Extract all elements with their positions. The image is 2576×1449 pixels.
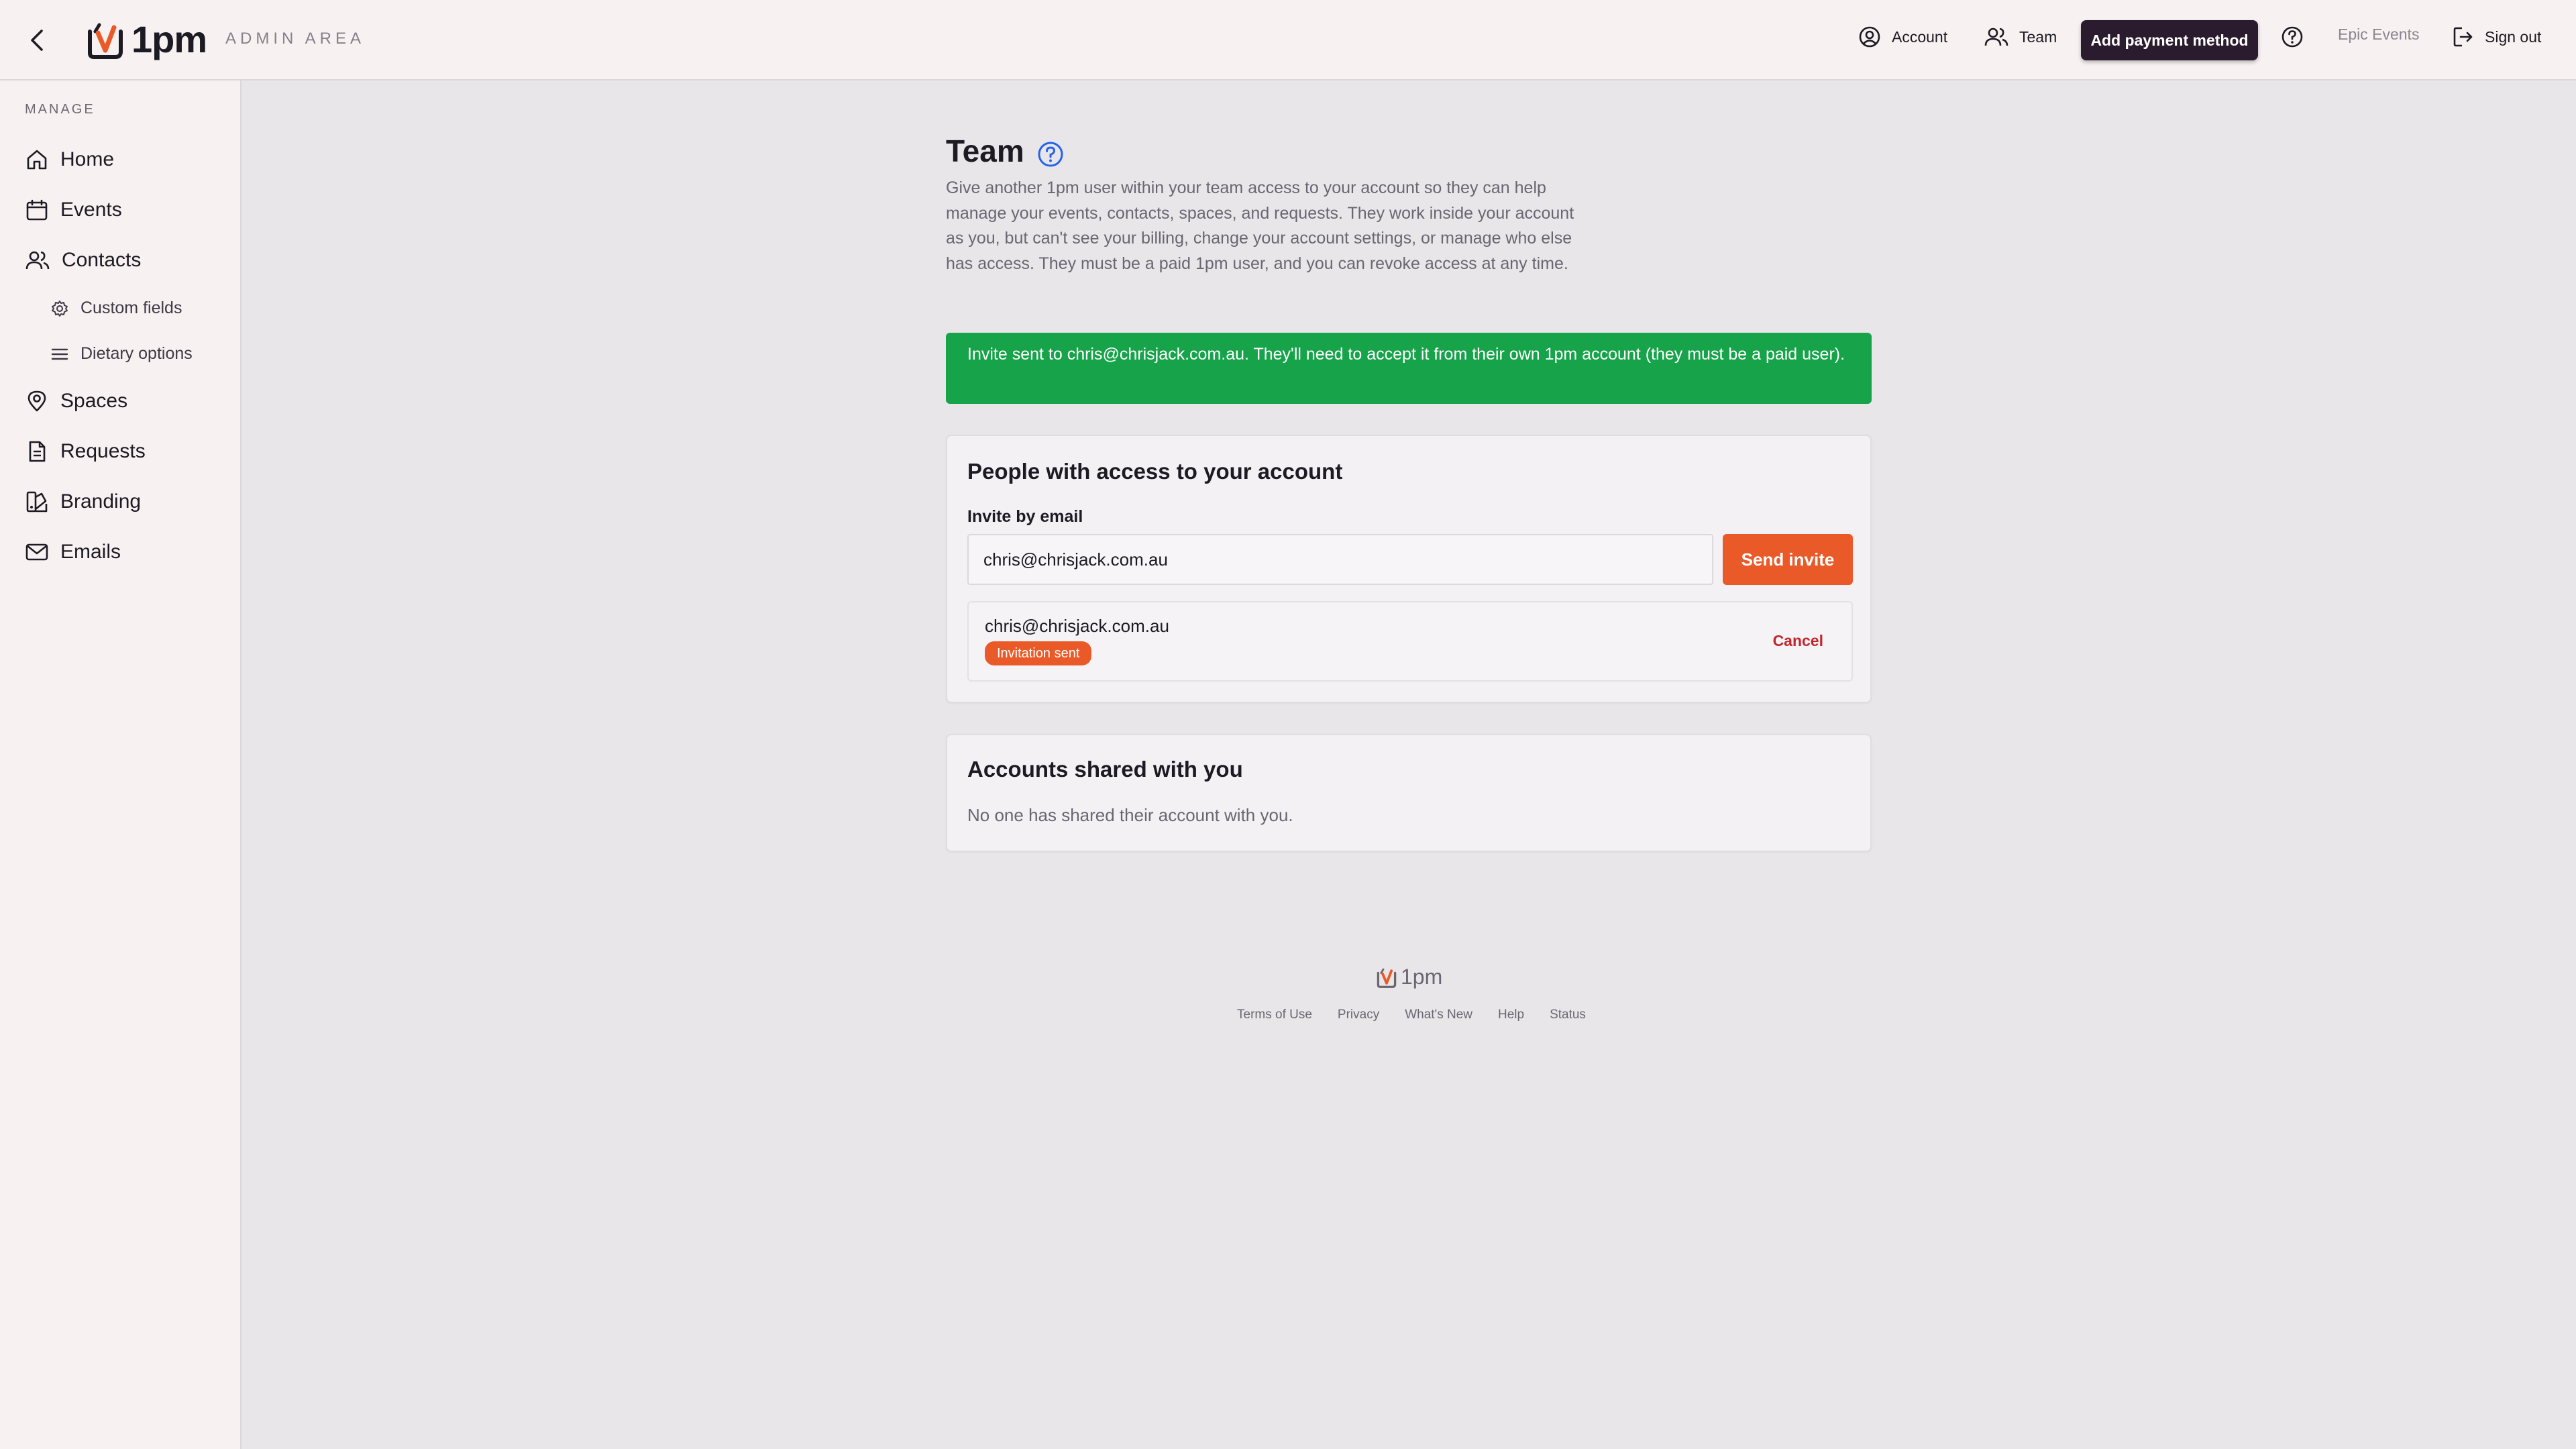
add-payment-method-button[interactable]: Add payment method [2081,20,2258,60]
logo-text: 1pm [131,18,207,60]
sidebar-item-label: Events [60,199,122,221]
logo-mark-icon [88,23,123,59]
help-icon [1038,142,1063,167]
nav-account-label: Account [1892,28,1948,46]
sidebar-item-contacts[interactable]: Contacts [25,249,141,272]
sidebar-section-label: MANAGE [25,102,95,117]
footer-links: Terms of Use Privacy What's New Help Sta… [1237,1008,1611,1022]
nav-account[interactable]: Account [1858,25,1947,48]
sidebar-item-spaces[interactable]: Spaces [25,390,127,413]
shared-empty-text: No one has shared their account with you… [967,805,1293,825]
admin-area-label: ADMIN AREA [225,30,366,48]
cancel-invite-button[interactable]: Cancel [1773,632,1823,650]
sidebar-item-requests[interactable]: Requests [25,440,146,463]
mail-icon [25,543,48,561]
gear-icon [52,300,68,317]
sidebar-item-label: Emails [60,541,121,563]
sidebar-item-label: Dietary options [80,344,193,363]
page-description: Give another 1pm user within your team a… [946,178,1574,273]
calendar-icon [26,199,48,221]
sidebar-item-dietary-options[interactable]: Dietary options [51,344,193,364]
sign-out-icon [2453,27,2473,47]
status-badge: Invitation sent [985,641,1092,665]
logo-mark-icon [1377,968,1397,988]
page-title: Team [946,133,1024,168]
sidebar-item-home[interactable]: Home [25,148,114,171]
back-button[interactable] [23,25,52,55]
nav-team-label: Team [2019,28,2057,46]
team-help-button[interactable] [1037,141,1064,168]
footer-link-help[interactable]: Help [1498,1008,1524,1022]
sidebar-item-events[interactable]: Events [25,199,122,221]
sidebar-item-label: Custom fields [80,299,182,317]
shared-card-title: Accounts shared with you [967,757,1243,782]
palette-icon [26,491,48,513]
footer-link-privacy[interactable]: Privacy [1338,1008,1379,1022]
nav-team[interactable]: Team [1984,25,2057,48]
people-access-card: People with access to your account Invit… [946,435,1872,703]
footer-link-status[interactable]: Status [1550,1008,1586,1022]
sidebar-item-emails[interactable]: Emails [25,541,121,564]
footer-link-terms[interactable]: Terms of Use [1237,1008,1312,1022]
invite-row-email: chris@chrisjack.com.au [985,616,1169,636]
home-icon [27,150,47,170]
send-invite-button[interactable]: Send invite [1723,534,1853,585]
sidebar: MANAGE Home Events Contacts Custom field… [0,80,241,1449]
document-icon [29,441,46,462]
nav-sign-out-label: Sign out [2485,28,2542,46]
success-alert: Invite sent to chris@chrisjack.com.au. T… [946,333,1872,404]
invite-row: chris@chrisjack.com.au Invitation sent C… [967,601,1853,682]
footer-logo[interactable]: 1pm [1375,965,1442,989]
shared-accounts-card: Accounts shared with you No one has shar… [946,734,1872,852]
footer-logo-text: 1pm [1401,965,1443,989]
list-icon [51,348,68,360]
invite-email-input[interactable] [967,534,1713,585]
sidebar-item-label: Spaces [60,390,128,412]
users-icon [1984,28,2008,46]
sidebar-item-label: Home [60,148,115,170]
help-button[interactable] [2281,25,2314,48]
footer-link-whats-new[interactable]: What's New [1405,1008,1472,1022]
logo[interactable]: 1pm [85,17,207,61]
user-circle-icon [1859,26,1880,48]
sidebar-item-custom-fields[interactable]: Custom fields [51,299,182,318]
top-bar: 1pm ADMIN AREA Account Team Add payment … [0,0,2576,80]
sidebar-item-branding[interactable]: Branding [25,490,141,513]
help-icon [2282,26,2303,48]
main-content: Team Give another 1pm user within your t… [241,80,2576,1449]
sidebar-item-label: Contacts [62,249,142,271]
invite-email-label: Invite by email [967,507,1083,526]
nav-org-name[interactable]: Epic Events [2338,25,2419,44]
users-icon [25,251,50,270]
sidebar-item-label: Branding [60,490,142,513]
nav-sign-out[interactable]: Sign out [2453,25,2541,48]
chevron-left-icon [31,30,43,51]
sidebar-item-label: Requests [60,440,146,462]
map-pin-icon [28,390,46,412]
people-card-title: People with access to your account [967,459,1343,484]
